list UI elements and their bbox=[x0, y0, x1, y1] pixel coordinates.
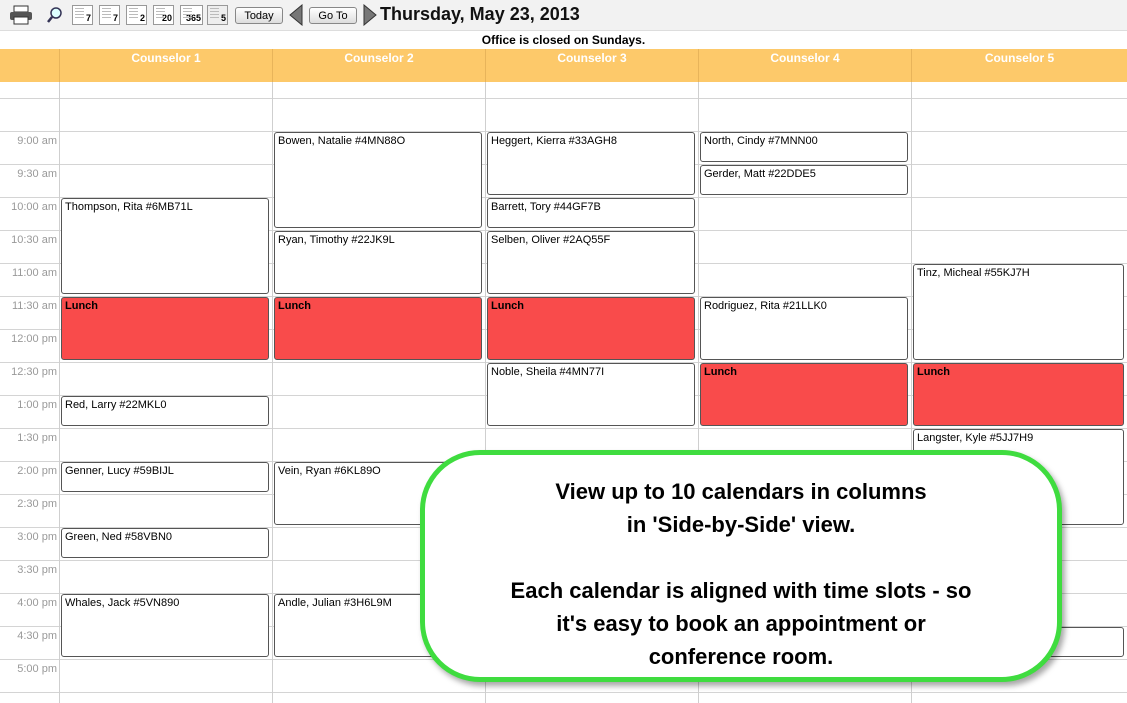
appointment-block[interactable]: Bowen, Natalie #4MN88O bbox=[274, 132, 482, 228]
column-header-counselor-1[interactable]: Counselor 1 bbox=[59, 49, 272, 82]
time-label: 11:00 am bbox=[11, 267, 57, 279]
appointment-block[interactable]: Whales, Jack #5VN890 bbox=[61, 594, 269, 657]
lunch-block[interactable]: Lunch bbox=[274, 297, 482, 360]
appointment-block[interactable]: Rodriguez, Rita #21LLK0 bbox=[700, 297, 908, 360]
column-header-row: Counselor 1 Counselor 2 Counselor 3 Coun… bbox=[0, 49, 1127, 82]
grid-row-line bbox=[0, 692, 1127, 693]
callout-line-2: in 'Side-by-Side' view. bbox=[626, 512, 856, 537]
time-label: 12:00 pm bbox=[11, 333, 57, 345]
toolbar: 7 7 2 20 365 5 Today Go To Thursday, May… bbox=[0, 0, 1127, 31]
previous-day-icon[interactable] bbox=[289, 4, 303, 26]
year-view-icon[interactable]: 365 bbox=[180, 5, 203, 25]
appointment-block[interactable]: Tinz, Micheal #55KJ7H bbox=[913, 264, 1124, 360]
callout-line-5: conference room. bbox=[648, 644, 834, 669]
week-view-icon[interactable]: 7 bbox=[72, 5, 93, 25]
appointment-block[interactable]: Heggert, Kierra #33AGH8 bbox=[487, 132, 695, 195]
appointment-block[interactable]: Gerder, Matt #22DDE5 bbox=[700, 165, 908, 195]
go-to-button[interactable]: Go To bbox=[309, 7, 357, 24]
time-label: 11:30 am bbox=[11, 300, 57, 312]
promo-callout: View up to 10 calendars in columns in 'S… bbox=[420, 450, 1062, 682]
time-label: 4:30 pm bbox=[17, 630, 57, 642]
time-label: 4:00 pm bbox=[17, 597, 57, 609]
lunch-block[interactable]: Lunch bbox=[913, 363, 1124, 426]
grid-row-line bbox=[0, 98, 1127, 99]
callout-line-4: it's easy to book an appointment or bbox=[556, 611, 926, 636]
column-header-counselor-4[interactable]: Counselor 4 bbox=[698, 49, 911, 82]
time-label: 5:00 pm bbox=[17, 663, 57, 675]
callout-spacer bbox=[425, 541, 1057, 574]
time-label: 2:30 pm bbox=[17, 498, 57, 510]
appointment-block[interactable]: Ryan, Timothy #22JK9L bbox=[274, 231, 482, 294]
today-button[interactable]: Today bbox=[235, 7, 283, 24]
time-label: 10:30 am bbox=[11, 234, 57, 246]
next-day-icon[interactable] bbox=[363, 4, 377, 26]
callout-line-3: Each calendar is aligned with time slots… bbox=[510, 578, 972, 603]
lunch-block[interactable]: Lunch bbox=[700, 363, 908, 426]
column-header-counselor-3[interactable]: Counselor 3 bbox=[485, 49, 698, 82]
time-label: 1:30 pm bbox=[17, 432, 57, 444]
grid-column-line bbox=[272, 82, 273, 703]
time-label: 1:00 pm bbox=[17, 399, 57, 411]
appointment-block[interactable]: Genner, Lucy #59BIJL bbox=[61, 462, 269, 492]
closed-notice: Office is closed on Sundays. bbox=[481, 33, 646, 47]
magnifier-icon[interactable] bbox=[46, 6, 64, 24]
appointment-block[interactable]: Selben, Oliver #2AQ55F bbox=[487, 231, 695, 294]
side-by-side-view-icon[interactable]: 5 bbox=[207, 5, 228, 25]
work-week-view-icon[interactable]: 7 bbox=[99, 5, 120, 25]
time-label: 3:30 pm bbox=[17, 564, 57, 576]
appointment-block[interactable]: Thompson, Rita #6MB71L bbox=[61, 198, 269, 294]
printer-icon[interactable] bbox=[9, 5, 33, 25]
callout-line-1: View up to 10 calendars in columns bbox=[555, 479, 927, 504]
appointment-block[interactable]: Noble, Sheila #4MN77I bbox=[487, 363, 695, 426]
date-title: Thursday, May 23, 2013 bbox=[380, 4, 580, 24]
grid-column-line bbox=[59, 82, 60, 703]
time-label: 12:30 pm bbox=[11, 366, 57, 378]
time-label: 9:30 am bbox=[17, 168, 57, 180]
appointment-block[interactable]: Barrett, Tory #44GF7B bbox=[487, 198, 695, 228]
appointment-block[interactable]: Green, Ned #58VBN0 bbox=[61, 528, 269, 558]
appointment-block[interactable]: North, Cindy #7MNN00 bbox=[700, 132, 908, 162]
time-label: 9:00 am bbox=[17, 135, 57, 147]
column-header-counselor-5[interactable]: Counselor 5 bbox=[911, 49, 1127, 82]
two-day-view-icon[interactable]: 2 bbox=[126, 5, 147, 25]
month-view-icon[interactable]: 20 bbox=[153, 5, 174, 25]
column-header-counselor-2[interactable]: Counselor 2 bbox=[272, 49, 485, 82]
lunch-block[interactable]: Lunch bbox=[61, 297, 269, 360]
lunch-block[interactable]: Lunch bbox=[487, 297, 695, 360]
time-label: 3:00 pm bbox=[17, 531, 57, 543]
appointment-block[interactable]: Red, Larry #22MKL0 bbox=[61, 396, 269, 426]
time-label: 2:00 pm bbox=[17, 465, 57, 477]
time-label: 10:00 am bbox=[11, 201, 57, 213]
